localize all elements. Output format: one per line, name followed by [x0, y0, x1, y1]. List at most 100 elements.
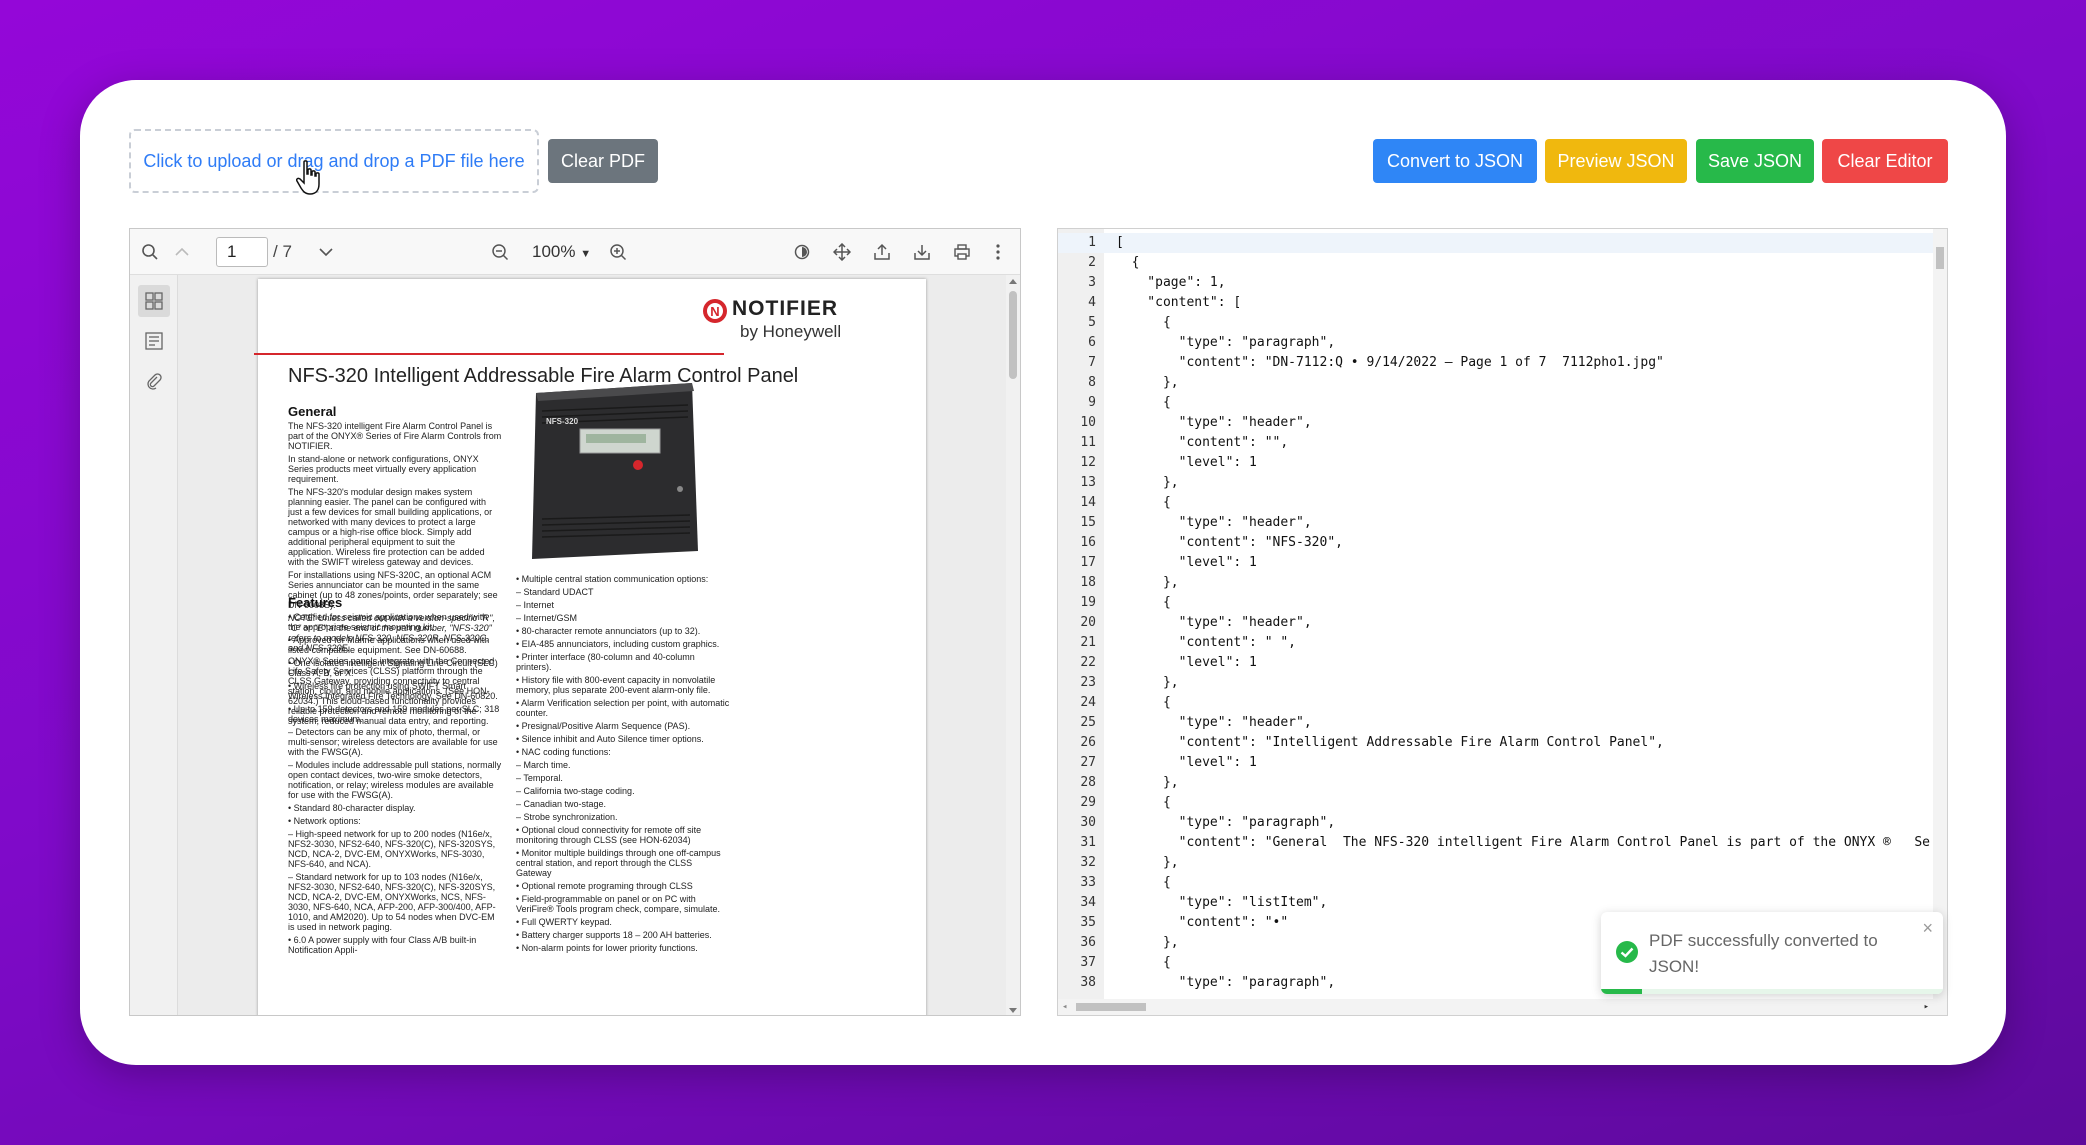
- list-item: • Optional remote programing through CLS…: [516, 881, 693, 891]
- editor-line[interactable]: 9 {: [1058, 393, 1947, 413]
- code-text: [: [1116, 235, 1124, 250]
- viewer-scrollbar[interactable]: [1006, 275, 1020, 1015]
- line-number: 15: [1080, 515, 1096, 530]
- close-icon[interactable]: ×: [1922, 918, 1933, 939]
- editor-line[interactable]: 26 "content": "Intelligent Addressable F…: [1058, 733, 1947, 753]
- editor-scroll-thumb[interactable]: [1936, 247, 1944, 269]
- list-item: • NAC coding functions:: [516, 747, 611, 757]
- editor-line[interactable]: 5 {: [1058, 313, 1947, 333]
- search-icon[interactable]: [140, 242, 160, 262]
- editor-line[interactable]: 12 "level": 1: [1058, 453, 1947, 473]
- line-number: 12: [1080, 455, 1096, 470]
- pan-icon[interactable]: [832, 242, 852, 262]
- convert-to-json-button[interactable]: Convert to JSON: [1373, 139, 1537, 183]
- code-text: },: [1116, 375, 1179, 390]
- editor-line[interactable]: 31 "content": "General The NFS-320 intel…: [1058, 833, 1947, 853]
- svg-text:N: N: [710, 304, 719, 319]
- editor-line[interactable]: 1[: [1058, 233, 1947, 253]
- hand-cursor-icon: [296, 160, 320, 195]
- editor-line[interactable]: 32 },: [1058, 853, 1947, 873]
- attachment-icon[interactable]: [138, 365, 170, 397]
- list-item: – Canadian two-stage.: [516, 799, 607, 809]
- scroll-up-arrow[interactable]: [1009, 279, 1017, 284]
- list-item: – Temporal.: [516, 773, 563, 783]
- clear-pdf-button[interactable]: Clear PDF: [548, 139, 658, 183]
- editor-line[interactable]: 6 "type": "paragraph",: [1058, 333, 1947, 353]
- code-text: "type": "header",: [1116, 615, 1312, 630]
- editor-line[interactable]: 7 "content": "DN-7112:Q • 9/14/2022 — Pa…: [1058, 353, 1947, 373]
- line-number: 20: [1080, 615, 1096, 630]
- scroll-right-arrow[interactable]: ▸: [1924, 1002, 1929, 1012]
- editor-line[interactable]: 25 "type": "header",: [1058, 713, 1947, 733]
- editor-line[interactable]: 4 "content": [: [1058, 293, 1947, 313]
- editor-line[interactable]: 2 {: [1058, 253, 1947, 273]
- line-number: 32: [1080, 855, 1096, 870]
- editor-line[interactable]: 3 "page": 1,: [1058, 273, 1947, 293]
- chevron-down-icon[interactable]: [316, 242, 336, 262]
- scroll-left-arrow[interactable]: ◂: [1062, 1002, 1067, 1012]
- code-text: },: [1116, 675, 1179, 690]
- clear-editor-button[interactable]: Clear Editor: [1822, 139, 1948, 183]
- editor-horizontal-scrollbar[interactable]: ◂ ▸: [1058, 999, 1947, 1015]
- header-rule: [254, 353, 724, 355]
- scroll-down-arrow[interactable]: [1009, 1008, 1017, 1013]
- editor-line[interactable]: 27 "level": 1: [1058, 753, 1947, 773]
- share-icon[interactable]: [872, 242, 892, 262]
- thumbnails-icon[interactable]: [138, 285, 170, 317]
- editor-line[interactable]: 8 },: [1058, 373, 1947, 393]
- editor-line[interactable]: 21 "content": " ",: [1058, 633, 1947, 653]
- chevron-up-icon[interactable]: [172, 242, 192, 262]
- editor-line[interactable]: 17 "level": 1: [1058, 553, 1947, 573]
- pdf-page-area[interactable]: N NOTIFIER by Honeywell NFS-320 Intellig…: [178, 275, 1008, 1015]
- editor-hscroll-thumb[interactable]: [1076, 1003, 1146, 1011]
- rotate-icon[interactable]: [792, 242, 812, 262]
- code-text: {: [1116, 395, 1171, 410]
- editor-line[interactable]: 29 {: [1058, 793, 1947, 813]
- code-text: "type": "paragraph",: [1116, 335, 1336, 350]
- editor-line[interactable]: 28 },: [1058, 773, 1947, 793]
- pdf-dropzone[interactable]: Click to upload or drag and drop a PDF f…: [129, 129, 539, 193]
- outline-icon[interactable]: [138, 325, 170, 357]
- preview-json-button[interactable]: Preview JSON: [1545, 139, 1687, 183]
- json-editor[interactable]: 1[2 {3 "page": 1, 4 "content": [5 {6 "typ…: [1057, 228, 1948, 1016]
- editor-line[interactable]: 22 "level": 1: [1058, 653, 1947, 673]
- editor-line[interactable]: 23 },: [1058, 673, 1947, 693]
- editor-line[interactable]: 18 },: [1058, 573, 1947, 593]
- editor-line[interactable]: 10 "type": "header",: [1058, 413, 1947, 433]
- zoom-in-icon[interactable]: [608, 242, 628, 262]
- editor-line[interactable]: 14 {: [1058, 493, 1947, 513]
- editor-line[interactable]: 20 "type": "header",: [1058, 613, 1947, 633]
- zoom-value: 100%: [532, 242, 576, 261]
- line-number: 22: [1080, 655, 1096, 670]
- zoom-out-icon[interactable]: [490, 242, 510, 262]
- editor-line[interactable]: 34 "type": "listItem",: [1058, 893, 1947, 913]
- editor-line[interactable]: 16 "content": "NFS-320",: [1058, 533, 1947, 553]
- editor-line[interactable]: 13 },: [1058, 473, 1947, 493]
- features-right: • Multiple central station communication…: [516, 574, 730, 956]
- list-item: • Printer interface (80-column and 40-co…: [516, 652, 695, 672]
- editor-line[interactable]: 11 "content": "",: [1058, 433, 1947, 453]
- more-icon[interactable]: [988, 242, 1008, 262]
- code-text: "content": "•": [1116, 915, 1289, 930]
- scroll-thumb[interactable]: [1009, 291, 1017, 379]
- list-item: – Internet: [516, 600, 555, 610]
- success-toast: PDF successfully converted to JSON! ×: [1601, 912, 1943, 994]
- zoom-select[interactable]: 100% ▼: [532, 242, 591, 262]
- page-total: / 7: [273, 242, 292, 261]
- editor-line[interactable]: 19 {: [1058, 593, 1947, 613]
- line-number: 18: [1080, 575, 1096, 590]
- editor-vertical-scrollbar[interactable]: [1933, 229, 1947, 1001]
- code-text: "content": "NFS-320",: [1116, 535, 1343, 550]
- editor-line[interactable]: 33 {: [1058, 873, 1947, 893]
- list-item: – Internet/GSM: [516, 613, 578, 623]
- print-icon[interactable]: [952, 242, 972, 262]
- editor-line[interactable]: 15 "type": "header",: [1058, 513, 1947, 533]
- page-number-input[interactable]: 1: [216, 237, 268, 267]
- editor-line[interactable]: 30 "type": "paragraph",: [1058, 813, 1947, 833]
- save-json-button[interactable]: Save JSON: [1696, 139, 1814, 183]
- code-text: },: [1116, 775, 1179, 790]
- list-item: • Full QWERTY keypad.: [516, 917, 612, 927]
- editor-line[interactable]: 24 {: [1058, 693, 1947, 713]
- line-number: 38: [1080, 975, 1096, 990]
- download-icon[interactable]: [912, 242, 932, 262]
